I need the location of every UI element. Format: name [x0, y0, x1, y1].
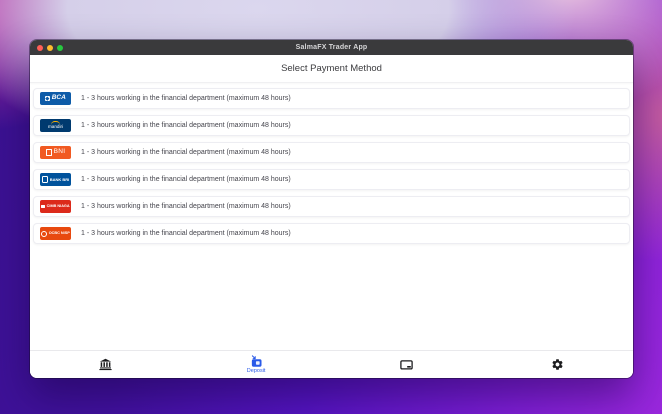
payment-method-row[interactable]: OCBC NISP 1 - 3 hours working in the fin…	[33, 223, 630, 244]
bank-logo: OCBC NISP	[40, 227, 71, 240]
app-window: SalmaFX Trader App Select Payment Method…	[30, 40, 633, 378]
nav-item-settings[interactable]	[482, 351, 633, 378]
card-icon	[400, 358, 414, 371]
bottom-nav: Deposit	[30, 350, 633, 378]
payment-description: 1 - 3 hours working in the financial dep…	[81, 203, 291, 210]
minimize-window-button[interactable]	[47, 44, 53, 51]
bank-logo-text: CIMB NIAGA	[46, 203, 70, 208]
traffic-lights	[37, 40, 63, 55]
bank-logo: mandiri	[40, 119, 71, 132]
bri-emblem	[41, 176, 49, 183]
payment-method-row[interactable]: BANK BRI 1 - 3 hours working in the fina…	[33, 169, 630, 190]
nav-label: Deposit	[246, 367, 266, 374]
zoom-window-button[interactable]	[57, 44, 63, 51]
nav-item-payments[interactable]	[332, 351, 483, 378]
bank-logo: BNI	[40, 146, 71, 159]
bank-icon	[99, 358, 112, 371]
cimb-emblem	[41, 204, 46, 209]
bni-emblem	[45, 149, 53, 156]
payment-description: 1 - 3 hours working in the financial dep…	[81, 122, 291, 129]
bank-logo-text: BNI	[53, 148, 66, 156]
bank-logo-text: BANK BRI	[49, 176, 70, 182]
window-titlebar[interactable]: SalmaFX Trader App	[30, 40, 633, 55]
payment-description: 1 - 3 hours working in the financial dep…	[81, 95, 291, 102]
payment-description: 1 - 3 hours working in the financial dep…	[81, 149, 291, 156]
deposit-icon	[250, 355, 263, 368]
payment-method-row[interactable]: CIMB NIAGA 1 - 3 hours working in the fi…	[33, 196, 630, 217]
bank-logo: CIMB NIAGA	[40, 200, 71, 213]
nav-item-deposit[interactable]: Deposit	[181, 351, 332, 378]
page-title: Select Payment Method	[30, 55, 633, 83]
bank-logo-text: mandiri	[47, 124, 64, 130]
bank-logo-text: OCBC NISP	[48, 230, 70, 235]
gear-icon	[551, 358, 564, 371]
payment-method-row[interactable]: mandiri 1 - 3 hours working in the finan…	[33, 115, 630, 136]
close-window-button[interactable]	[37, 44, 43, 51]
ocbc-emblem	[41, 230, 48, 237]
nav-item-banks[interactable]	[30, 351, 181, 378]
bank-logo-text: BCA	[51, 94, 66, 102]
payment-description: 1 - 3 hours working in the financial dep…	[81, 176, 291, 183]
payment-method-list: BCA 1 - 3 hours working in the financial…	[30, 83, 633, 244]
payment-method-row[interactable]: BNI 1 - 3 hours working in the financial…	[33, 142, 630, 163]
bank-logo: BANK BRI	[40, 173, 71, 186]
window-title: SalmaFX Trader App	[295, 44, 368, 51]
payment-description: 1 - 3 hours working in the financial dep…	[81, 230, 291, 237]
bank-logo: BCA	[40, 92, 71, 105]
payment-method-row[interactable]: BCA 1 - 3 hours working in the financial…	[33, 88, 630, 109]
bca-emblem	[45, 96, 51, 101]
